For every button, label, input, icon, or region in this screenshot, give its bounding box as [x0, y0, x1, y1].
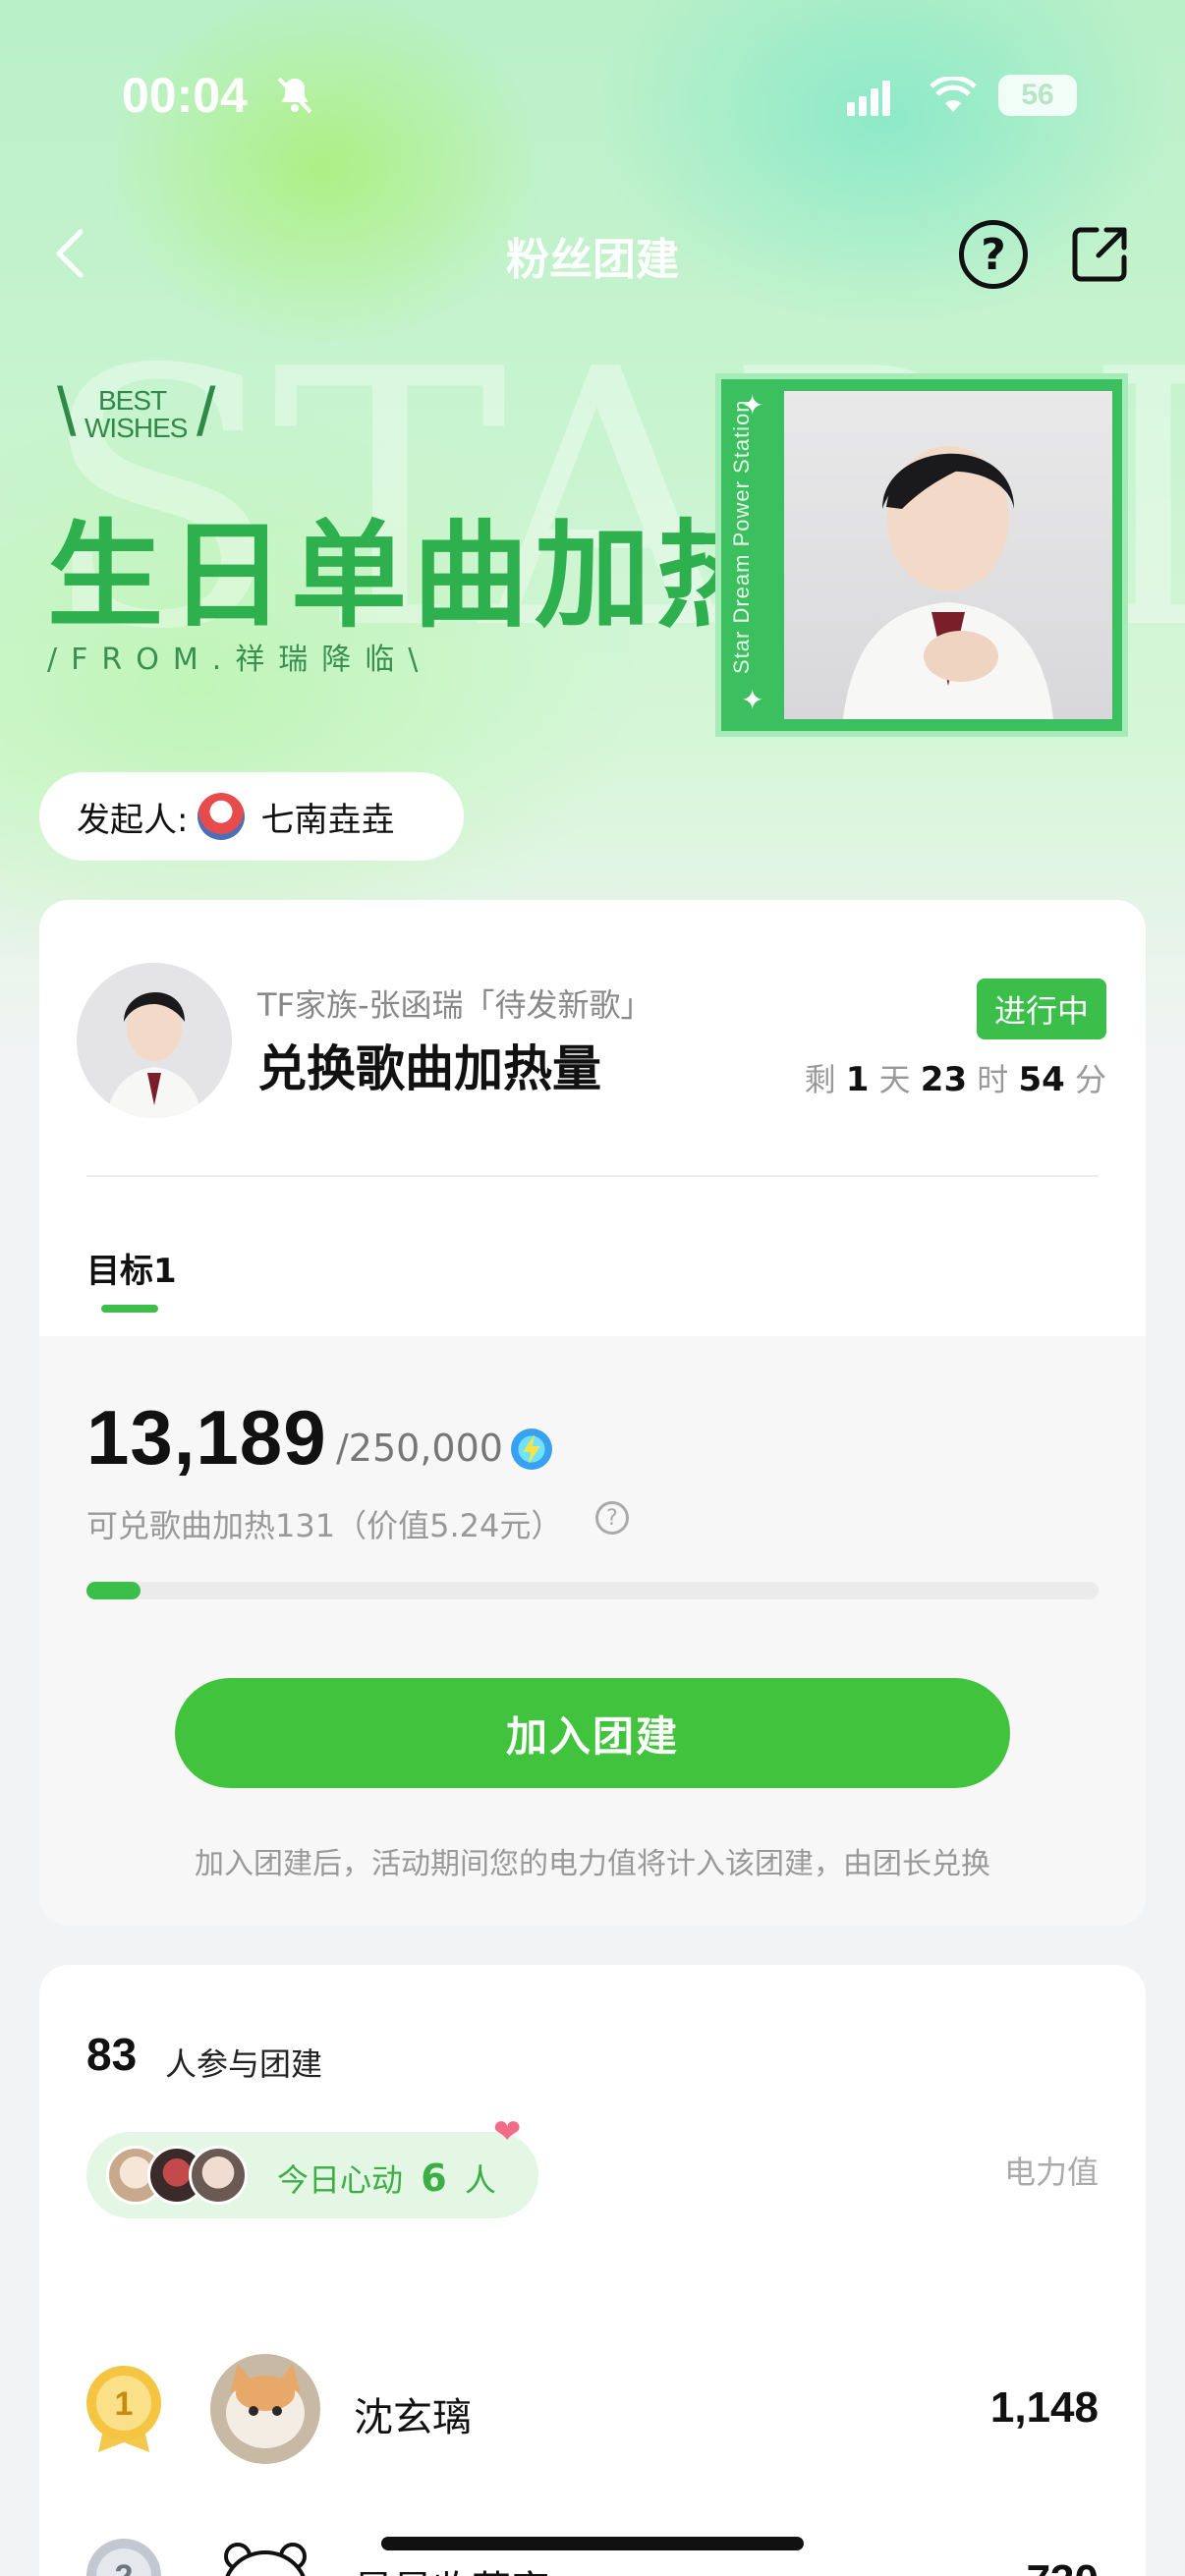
countdown: 剩 1 天 23 时 54 分: [804, 1060, 1106, 1099]
initiator-label: 发起人:: [77, 800, 189, 840]
signal-icon: [847, 81, 890, 116]
today-heart-count: 6: [421, 2156, 447, 2200]
tab-underline: [101, 1305, 158, 1313]
svg-text:1: 1: [115, 2385, 134, 2423]
join-button[interactable]: 加入团建: [175, 1678, 1010, 1788]
share-icon[interactable]: [1069, 222, 1132, 285]
avatar: [210, 2354, 320, 2464]
rank-power-value: 730: [1027, 2556, 1099, 2576]
status-badge: 进行中: [976, 979, 1106, 1039]
countdown-minutes: 54: [1018, 1060, 1065, 1099]
rank-name: 沈玄璃: [354, 2395, 472, 2440]
idol-photo-card: ✦ Star Dream Power Station ✦: [715, 373, 1128, 737]
today-heart-text: 今日心动 6 人: [277, 2156, 496, 2200]
gold-medal-icon: 1: [86, 2366, 161, 2452]
goal-total-value: /250,000: [336, 1427, 503, 1470]
goal-section: 13,189 /250,000 可兑歌曲加热131（价值5.24元） ? 加入团…: [39, 1336, 1146, 1926]
today-heart-pill[interactable]: 今日心动 6 人: [86, 2132, 538, 2218]
campaign-card: TF家族-张函瑞「待发新歌」 兑换歌曲加热量 进行中 剩 1 天 23 时 54…: [39, 900, 1146, 1926]
campaign-subtitle: TF家族-张函瑞「待发新歌」: [257, 986, 652, 1024]
avatar: [189, 2146, 248, 2205]
divider: [86, 1175, 1099, 1177]
best-wishes-badge: \ BEST WISHES /: [57, 373, 215, 450]
sparkle-icon: ✦: [741, 684, 764, 716]
initiator-name: 七南垚垚: [260, 800, 395, 840]
hero-title: 生日单曲加热: [47, 508, 779, 644]
status-time: 00:04: [122, 68, 248, 123]
idol-avatar[interactable]: [77, 963, 232, 1118]
initiator-avatar: [198, 793, 246, 840]
initiator-pill[interactable]: 发起人: 七南垚垚: [39, 772, 464, 861]
power-column-label: 电力值: [1003, 2154, 1099, 2191]
participants-label: 人参与团建: [165, 2045, 323, 2083]
countdown-hours: 23: [920, 1060, 968, 1099]
wifi-icon: [930, 77, 977, 112]
rank-row[interactable]: 1 沈玄璃 1,148: [39, 2350, 1146, 2468]
goal-exchange-note: 可兑歌曲加热131（价值5.24元）: [86, 1507, 563, 1544]
goal-progress-bar: [86, 1582, 1099, 1599]
campaign-title: 兑换歌曲加热量: [257, 1040, 601, 1097]
help-icon[interactable]: ?: [959, 220, 1028, 289]
tab-goal-1[interactable]: 目标1: [86, 1244, 177, 1292]
goal-current-value: 13,189: [86, 1394, 327, 1481]
join-note: 加入团建后，活动期间您的电力值将计入该团建，由团长兑换: [195, 1847, 990, 1881]
rank-power-value: 1,148: [989, 2383, 1099, 2432]
photo-strip-text: Star Dream Power Station: [729, 399, 754, 674]
heart-icon: ❤: [493, 2112, 522, 2152]
svg-text:2: 2: [115, 2558, 134, 2576]
home-indicator[interactable]: [381, 2537, 804, 2550]
hero-from-text: /FROM.祥瑞降临\: [47, 643, 432, 677]
photo-strip: ✦ Star Dream Power Station ✦: [721, 379, 784, 731]
countdown-days: 1: [845, 1060, 870, 1099]
rank-name: 星星收藏家: [354, 2558, 550, 2576]
participants-card: 83 人参与团建 今日心动 6 人 ❤ 电力值 1 沈玄璃 1,148: [39, 1965, 1146, 2576]
silver-medal-icon: 2: [86, 2539, 161, 2576]
battery-indicator: 56: [998, 75, 1077, 116]
question-icon[interactable]: ?: [595, 1501, 629, 1535]
lightning-icon: [511, 1428, 552, 1470]
idol-photo: [784, 391, 1112, 719]
goal-progress-fill: [86, 1582, 141, 1599]
bell-muted-icon: [277, 77, 312, 114]
avatar: [210, 2527, 320, 2576]
participants-count: 83: [86, 2029, 138, 2080]
